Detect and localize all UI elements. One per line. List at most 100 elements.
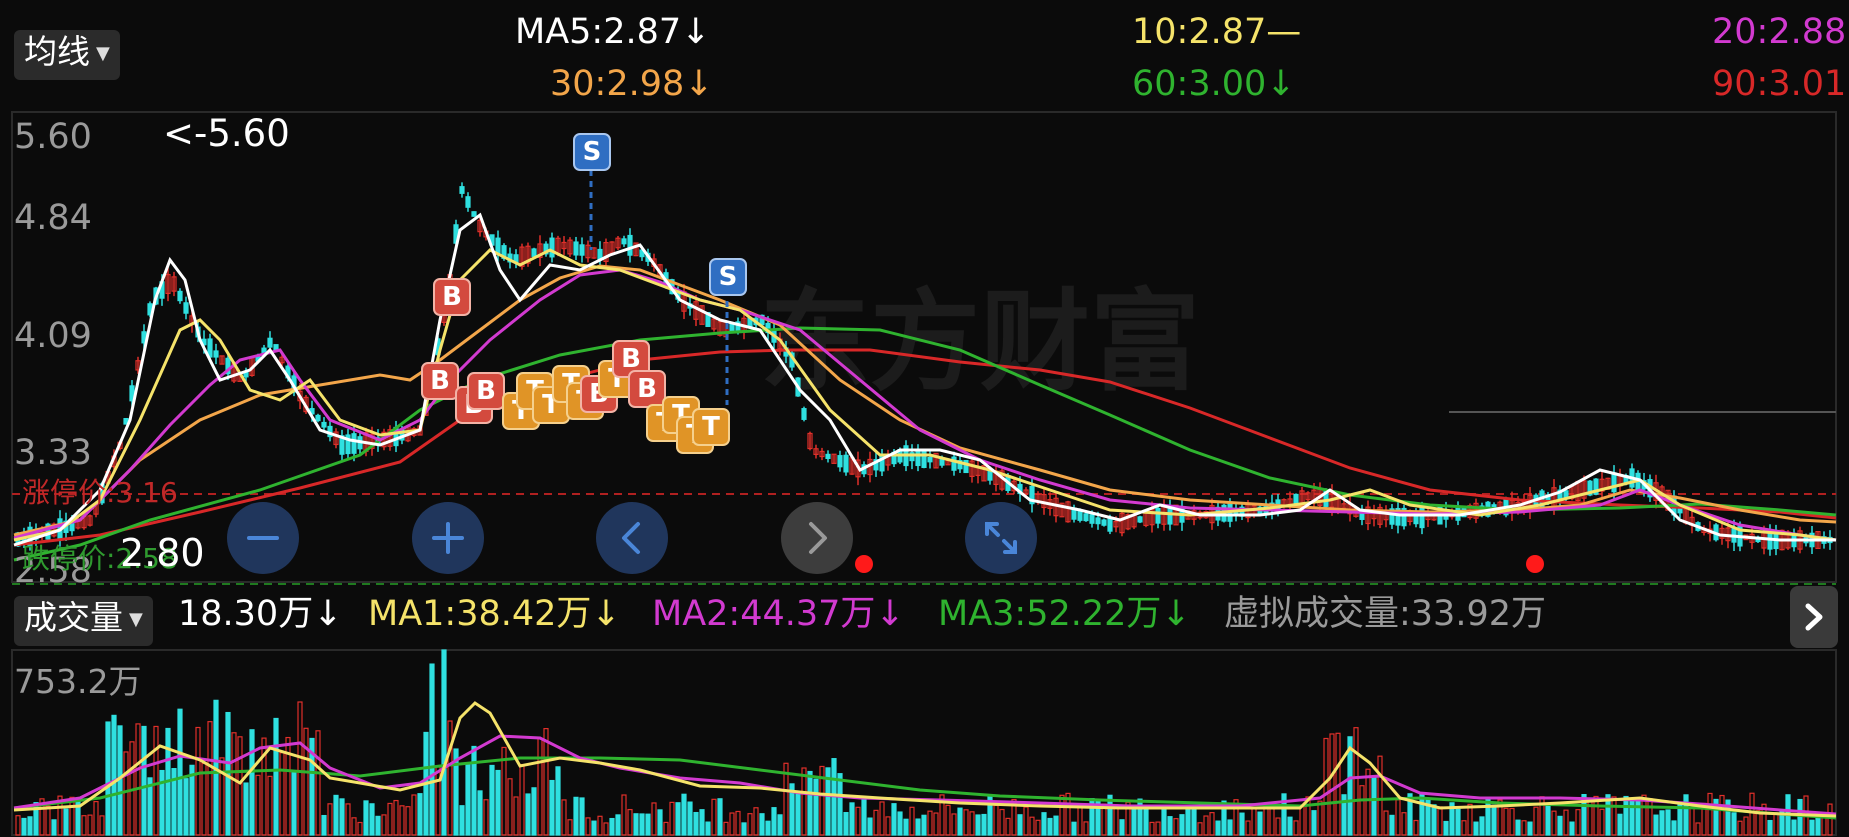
- candle-body: [1677, 508, 1683, 514]
- volume-bar: [195, 726, 201, 836]
- volume-ma3: MA3:52.22万↓: [938, 594, 1191, 634]
- volume-bar: [237, 736, 243, 836]
- volume-bar: [1521, 820, 1527, 836]
- zoom-in-button[interactable]: [412, 502, 484, 574]
- sell-marker[interactable]: S: [573, 133, 611, 171]
- volume-ma3-line: [13, 756, 1837, 820]
- volume-bar: [861, 798, 867, 836]
- volume-bar: [693, 811, 699, 836]
- pan-right-button[interactable]: [781, 502, 853, 574]
- volume-bar: [27, 816, 33, 836]
- volume-bar: [1215, 820, 1221, 836]
- volume-max-label: 753.2万: [14, 662, 142, 701]
- volume-bar: [1005, 817, 1011, 836]
- candle-body: [801, 408, 807, 420]
- volume-bar: [93, 801, 99, 836]
- volume-bar: [591, 820, 597, 836]
- volume-bar: [1401, 812, 1407, 836]
- candle-body: [573, 241, 579, 256]
- volume-bar: [399, 805, 405, 836]
- volume-bar: [1041, 812, 1047, 836]
- sell-marker[interactable]: S: [709, 258, 747, 296]
- fullscreen-button[interactable]: [965, 502, 1037, 574]
- volume-bar: [795, 793, 801, 836]
- volume-bar: [759, 813, 765, 836]
- volume-bar: [1077, 804, 1083, 836]
- volume-bar: [729, 812, 735, 836]
- candle-body: [1095, 517, 1101, 525]
- volume-bar: [249, 729, 255, 836]
- volume-bar: [1071, 821, 1077, 836]
- volume-bar: [1047, 817, 1053, 836]
- volume-bar: [711, 798, 717, 836]
- zoom-out-button[interactable]: [227, 502, 299, 574]
- volume-bar: [477, 790, 483, 836]
- volume-bar: [1653, 814, 1659, 836]
- volume-bar: [1239, 812, 1245, 836]
- volume-bar: [1227, 819, 1233, 836]
- volume-bar: [1197, 822, 1203, 836]
- volume-bar: [933, 812, 939, 836]
- y-tick: 5.60: [14, 117, 92, 157]
- volume-bar: [663, 821, 669, 836]
- volume-bar: [1767, 819, 1773, 836]
- buy-marker[interactable]: B: [628, 370, 666, 408]
- volume-bar: [279, 752, 285, 836]
- volume-bar: [1155, 821, 1161, 836]
- buy-marker[interactable]: B: [467, 372, 505, 410]
- volume-bar: [297, 701, 303, 836]
- candle-body: [729, 323, 735, 332]
- t-marker[interactable]: T: [692, 408, 730, 446]
- volume-bar: [1773, 812, 1779, 836]
- volume-dropdown-label: 成交量: [24, 598, 123, 637]
- volume-bar: [1479, 816, 1485, 836]
- volume-bar: [867, 817, 873, 836]
- volume-bar: [1185, 807, 1191, 836]
- volume-bar: [495, 769, 501, 836]
- volume-bar: [1743, 816, 1749, 836]
- volume-bar: [51, 819, 57, 836]
- volume-bar: [1029, 816, 1035, 836]
- chevron-down-icon: ▼: [129, 609, 143, 630]
- buy-marker[interactable]: B: [433, 278, 471, 316]
- volume-bar: [897, 811, 903, 836]
- expand-legend-button[interactable]: [1790, 586, 1838, 648]
- volume-bar: [1359, 785, 1365, 836]
- volume-bar: [1143, 808, 1149, 836]
- candle-body: [1089, 514, 1095, 524]
- volume-bar: [1467, 803, 1473, 836]
- volume-bar: [1173, 818, 1179, 836]
- volume-bar: [1635, 798, 1641, 836]
- volume-bar: [981, 813, 987, 836]
- volume-bar: [1557, 815, 1563, 836]
- volume-bar: [459, 805, 465, 836]
- volume-bars: [15, 649, 1833, 836]
- volume-bar: [405, 806, 411, 836]
- volume-bar: [255, 774, 261, 836]
- volume-indicator-dropdown[interactable]: 成交量 ▼: [14, 596, 153, 646]
- pan-left-button[interactable]: [596, 502, 668, 574]
- volume-bar: [1809, 819, 1815, 836]
- volume-bar: [1365, 768, 1371, 836]
- volume-bar: [1209, 812, 1215, 836]
- volume-bar: [747, 813, 753, 836]
- volume-bar: [843, 812, 849, 836]
- volume-bar: [411, 794, 417, 836]
- volume-bar: [1383, 810, 1389, 836]
- volume-bar: [1245, 820, 1251, 836]
- expand-icon: [985, 522, 1017, 554]
- volume-bar: [1377, 755, 1383, 836]
- virtual-volume: 虚拟成交量:33.92万: [1224, 594, 1546, 634]
- buy-marker[interactable]: B: [421, 362, 459, 400]
- volume-bar: [183, 778, 189, 836]
- volume-bar: [483, 799, 489, 836]
- volume-bar: [1191, 808, 1197, 836]
- volume-chart[interactable]: [0, 648, 1849, 837]
- volume-bar: [345, 803, 351, 836]
- volume-bar: [597, 815, 603, 836]
- volume-bar: [687, 801, 693, 836]
- volume-bar: [525, 793, 531, 836]
- candle-body: [1563, 490, 1569, 498]
- candle-body: [987, 470, 993, 481]
- volume-bar: [1119, 819, 1125, 836]
